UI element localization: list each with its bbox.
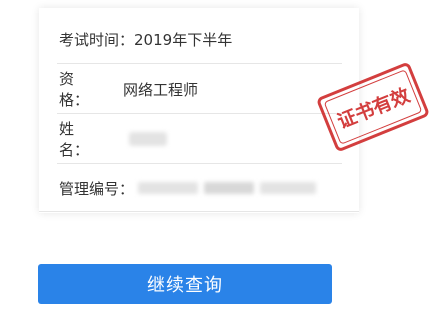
name-label-suffix: 名： (59, 141, 90, 159)
qualification-row: 资格： 网络工程师 (39, 67, 342, 111)
id-value-redacted (204, 182, 255, 194)
qualification-label: 资格： (59, 68, 123, 110)
id-row: 管理编号： (39, 166, 342, 210)
name-value-redacted (129, 132, 167, 146)
exam-time-label: 考试时间： (59, 30, 135, 49)
id-label: 管理编号： (59, 179, 135, 198)
name-row: 姓名： (39, 117, 342, 161)
divider (57, 63, 342, 64)
exam-time-row: 考试时间： 2019年下半年 (39, 17, 342, 61)
qualification-label-suffix: 格： (59, 91, 90, 109)
id-value-redacted (138, 182, 199, 194)
qualification-value: 网络工程师 (123, 80, 199, 99)
id-value-redacted (260, 182, 317, 194)
qualification-label-char: 资 (59, 70, 75, 88)
name-label: 姓名： (59, 118, 123, 160)
divider (57, 113, 342, 114)
name-label-char: 姓 (59, 120, 75, 138)
certificate-card: 考试时间： 2019年下半年 资格： 网络工程师 姓名： 管理编号： (39, 8, 359, 213)
exam-time-value: 2019年下半年 (134, 30, 233, 49)
continue-query-button[interactable]: 继续查询 (38, 264, 332, 304)
divider (57, 163, 342, 164)
divider (39, 211, 359, 212)
